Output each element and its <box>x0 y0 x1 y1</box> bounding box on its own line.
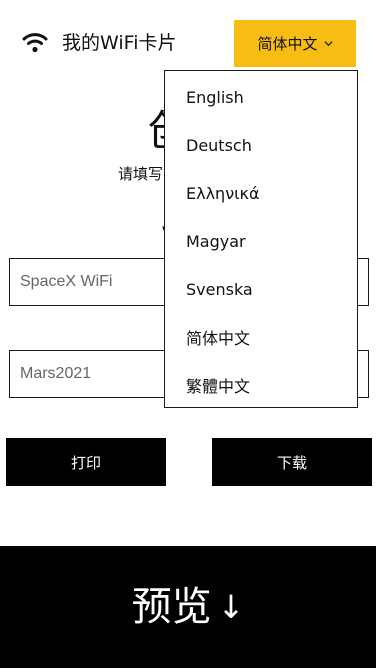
arrow-down-icon: ↓ <box>217 588 245 626</box>
language-dropdown-menu: English Deutsch Ελληνικά Magyar Svenska … <box>164 70 358 408</box>
language-option-german[interactable]: Deutsch <box>165 121 357 169</box>
language-option-english[interactable]: English <box>165 73 357 121</box>
language-option-simplified-chinese[interactable]: 简体中文 <box>165 313 357 361</box>
language-select-button[interactable]: 简体中文 <box>234 20 356 67</box>
app-title: 我的WiFi卡片 <box>62 32 177 54</box>
preview-label: 预览 <box>131 584 212 630</box>
language-option-greek[interactable]: Ελληνικά <box>165 169 357 217</box>
language-option-hungarian[interactable]: Magyar <box>165 217 357 265</box>
download-button[interactable]: 下载 <box>212 438 372 486</box>
wifi-icon <box>22 33 48 53</box>
language-option-traditional-chinese[interactable]: 繁體中文 <box>165 361 357 409</box>
chevron-down-icon <box>323 41 333 47</box>
preview-bar[interactable]: 预览 ↓ <box>0 546 376 668</box>
language-option-swedish[interactable]: Svenska <box>165 265 357 313</box>
page-subtitle: 请填写 <box>118 165 164 183</box>
print-button[interactable]: 打印 <box>6 438 166 486</box>
language-button-label: 简体中文 <box>257 35 318 53</box>
